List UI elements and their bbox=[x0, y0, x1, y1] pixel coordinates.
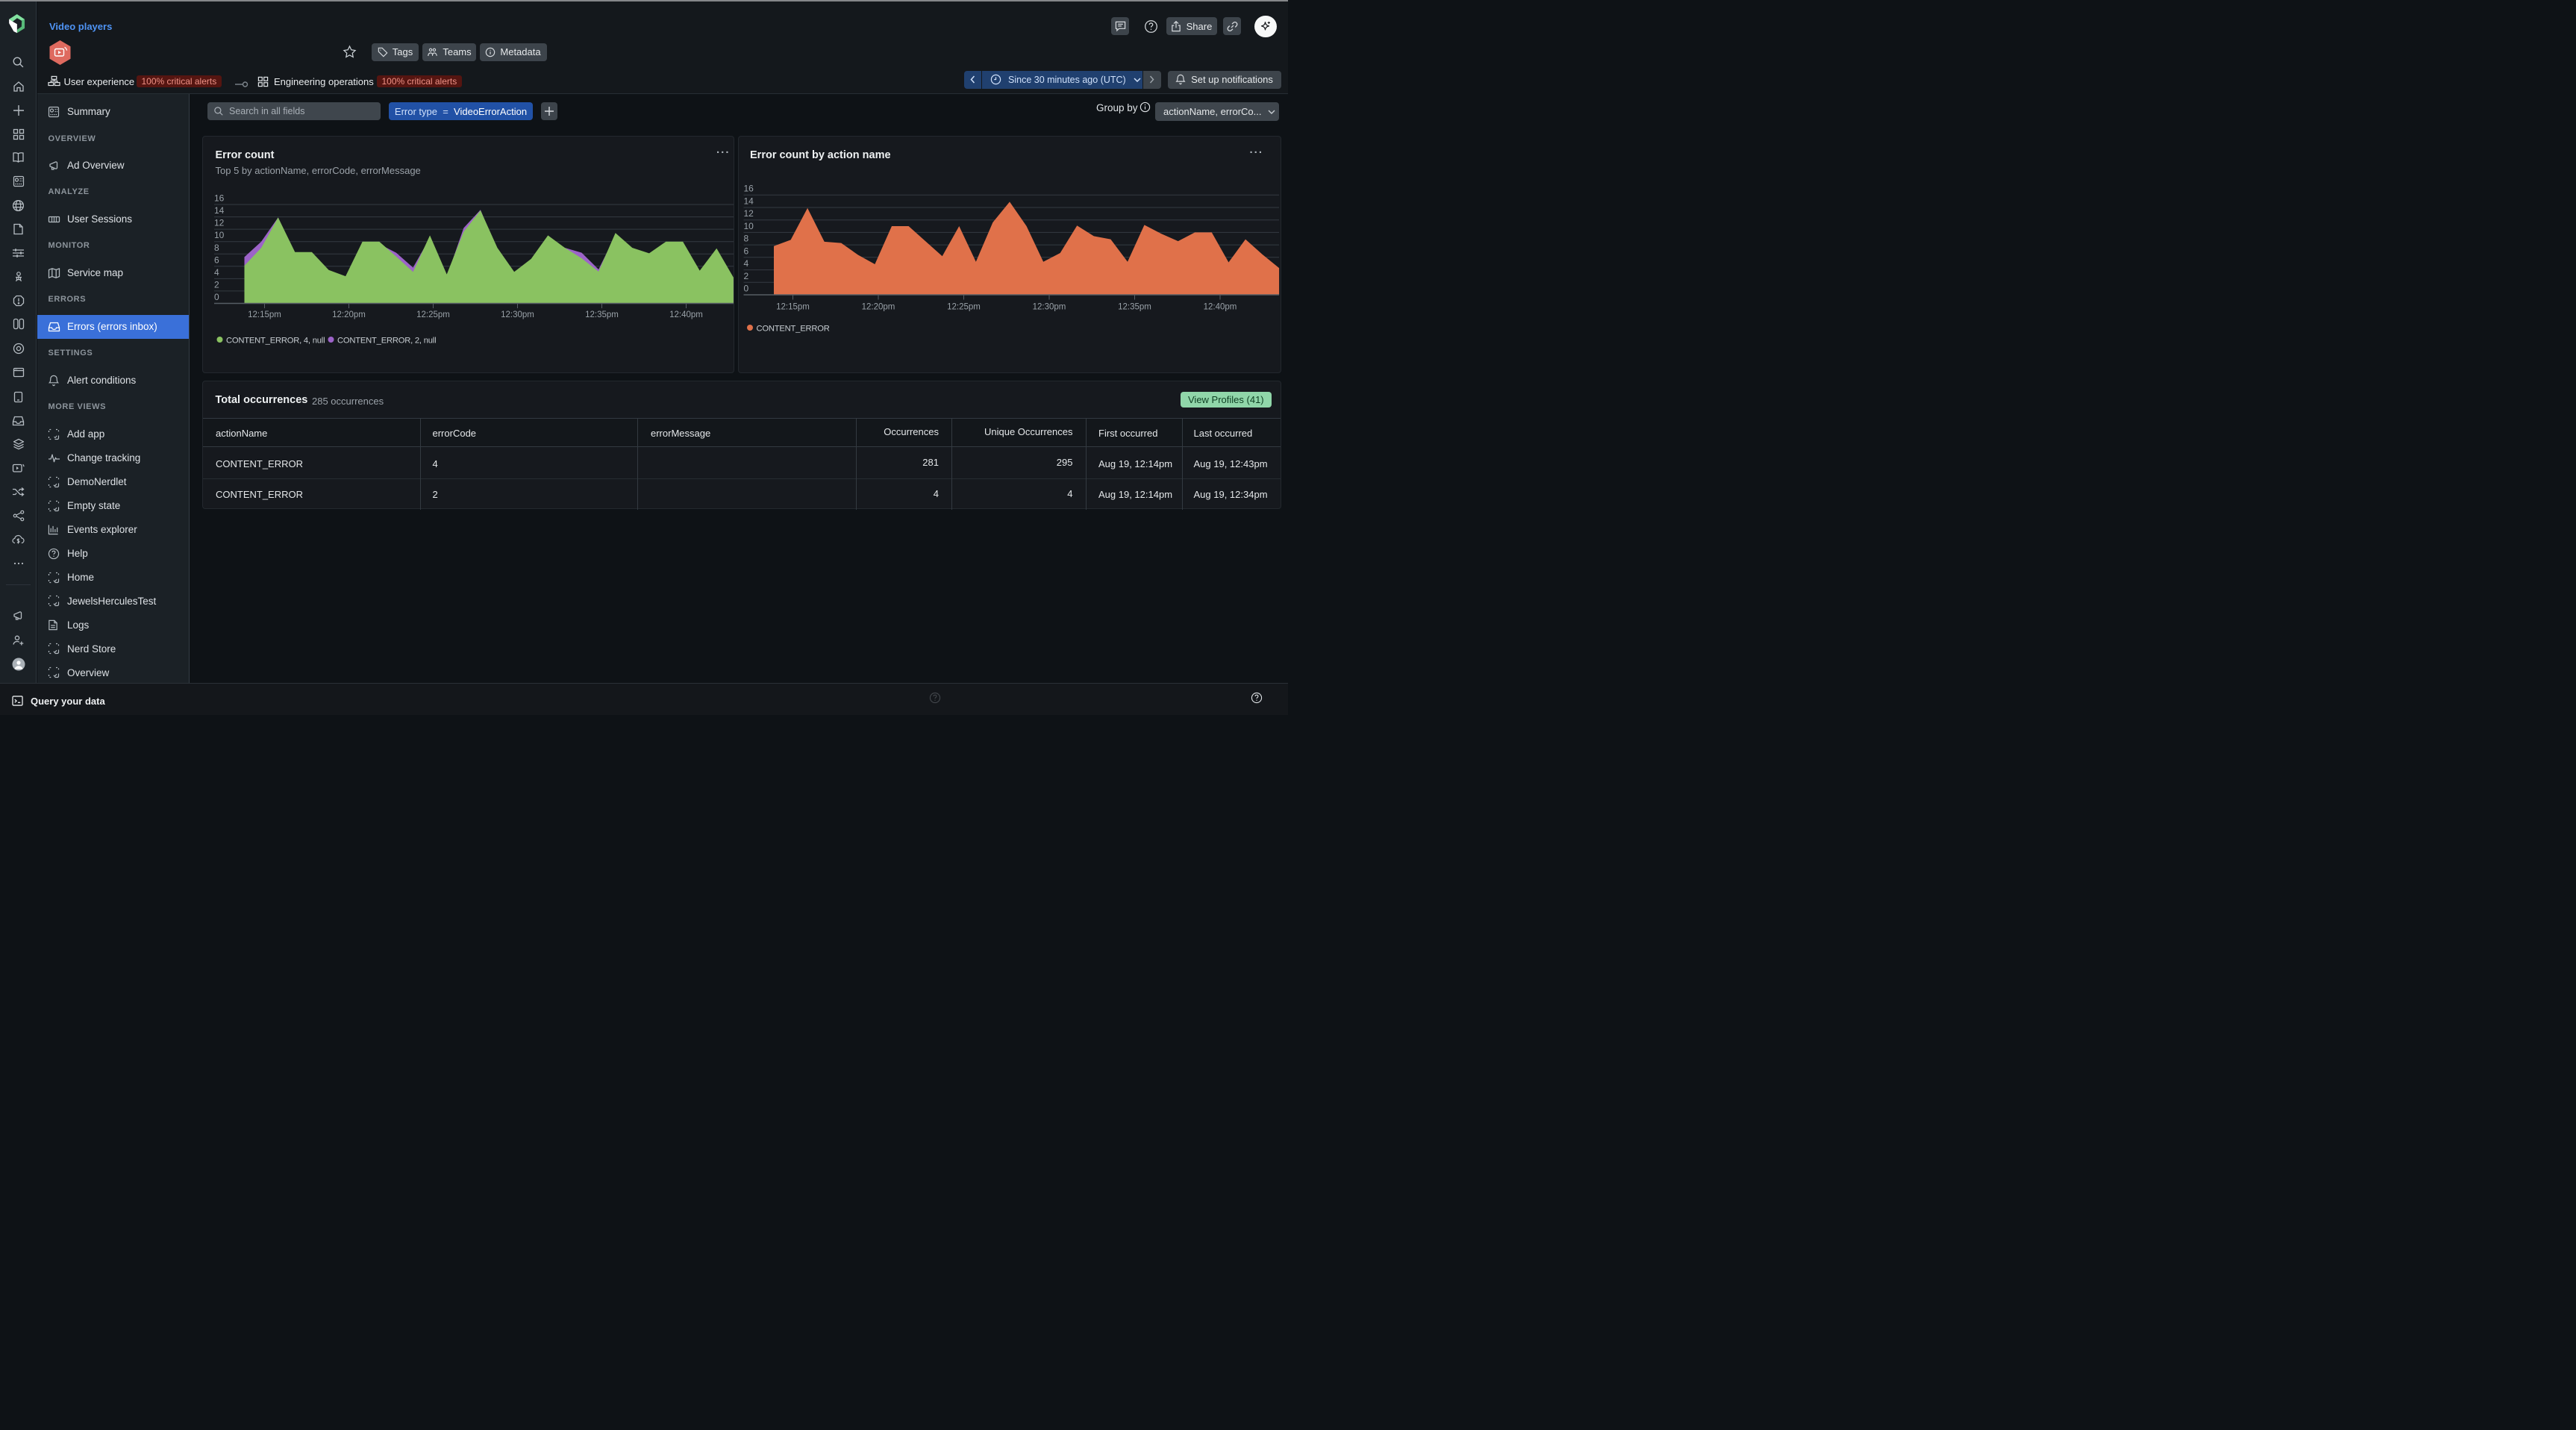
svg-text:CONTENT_ERROR, 4, null: CONTENT_ERROR, 4, null bbox=[226, 336, 325, 345]
svg-text:10: 10 bbox=[743, 220, 754, 231]
svg-text:8: 8 bbox=[743, 233, 748, 243]
svg-text:16: 16 bbox=[214, 193, 225, 203]
svg-text:2: 2 bbox=[214, 279, 219, 290]
svg-text:CONTENT_ERROR, 2, null: CONTENT_ERROR, 2, null bbox=[337, 336, 436, 345]
svg-text:CONTENT_ERROR: CONTENT_ERROR bbox=[756, 324, 829, 333]
svg-text:6: 6 bbox=[743, 246, 748, 256]
svg-text:12:40pm: 12:40pm bbox=[669, 310, 703, 319]
svg-text:12: 12 bbox=[214, 217, 225, 228]
svg-text:12:40pm: 12:40pm bbox=[1203, 302, 1237, 311]
svg-text:12:25pm: 12:25pm bbox=[947, 302, 981, 311]
svg-text:6: 6 bbox=[214, 255, 219, 265]
svg-text:12:20pm: 12:20pm bbox=[332, 310, 366, 319]
svg-text:0: 0 bbox=[743, 283, 748, 293]
svg-text:2: 2 bbox=[743, 270, 748, 281]
svg-text:12:30pm: 12:30pm bbox=[1032, 302, 1066, 311]
svg-text:12:35pm: 12:35pm bbox=[585, 310, 619, 319]
svg-text:4: 4 bbox=[743, 258, 748, 269]
svg-text:0: 0 bbox=[214, 292, 219, 302]
svg-text:12:25pm: 12:25pm bbox=[416, 310, 450, 319]
svg-text:14: 14 bbox=[743, 196, 754, 206]
svg-text:12:35pm: 12:35pm bbox=[1118, 302, 1151, 311]
svg-text:12: 12 bbox=[743, 208, 754, 219]
svg-text:12:15pm: 12:15pm bbox=[248, 310, 281, 319]
svg-text:8: 8 bbox=[214, 242, 219, 252]
svg-text:10: 10 bbox=[214, 230, 225, 240]
svg-text:12:30pm: 12:30pm bbox=[501, 310, 534, 319]
svg-text:4: 4 bbox=[214, 266, 219, 277]
svg-text:16: 16 bbox=[743, 183, 754, 193]
svg-text:14: 14 bbox=[214, 205, 225, 216]
svg-text:12:15pm: 12:15pm bbox=[776, 302, 810, 311]
svg-text:12:20pm: 12:20pm bbox=[861, 302, 895, 311]
